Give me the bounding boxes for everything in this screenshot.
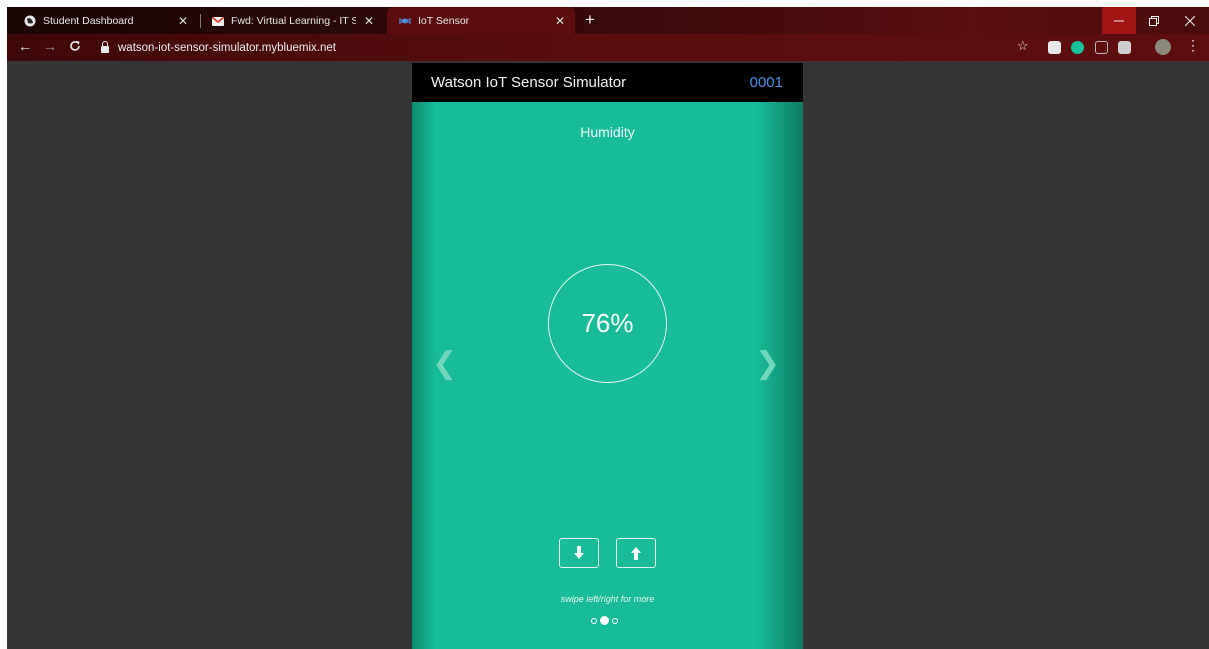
page-dot-active[interactable]: [600, 616, 609, 625]
extension-grammarly-icon[interactable]: [1071, 41, 1084, 54]
minimize-icon[interactable]: [1102, 7, 1136, 34]
gmail-icon: [211, 15, 225, 27]
swipe-hint: swipe left/right for more: [560, 594, 655, 604]
app-title: Watson IoT Sensor Simulator: [431, 74, 627, 91]
increase-button[interactable]: [616, 538, 656, 568]
extension-pocket-icon[interactable]: [1048, 41, 1061, 54]
sensor-label: Humidity: [580, 124, 635, 140]
browser-menu-icon[interactable]: ⋮: [1186, 37, 1200, 54]
bookmark-star-icon[interactable]: ☆: [1017, 38, 1029, 54]
iot-icon: [399, 15, 411, 27]
device-id[interactable]: 0001: [750, 74, 783, 91]
close-icon[interactable]: ✕: [178, 14, 188, 28]
globe-icon: [24, 15, 36, 27]
close-icon[interactable]: ✕: [555, 14, 565, 28]
tab-virtual-learning[interactable]: Fwd: Virtual Learning - IT Skill Ce ✕: [200, 7, 384, 34]
sensor-gauge: 76%: [548, 264, 667, 383]
page-dot[interactable]: [612, 617, 618, 624]
arrow-down-icon: [574, 546, 584, 559]
sensor-simulator-app: Watson IoT Sensor Simulator 0001 Humidit…: [412, 63, 803, 649]
app-header: Watson IoT Sensor Simulator 0001: [412, 63, 803, 102]
decrease-button[interactable]: [559, 538, 599, 568]
address-bar[interactable]: watson-iot-sensor-simulator.mybluemix.ne…: [91, 37, 1026, 58]
forward-arrow-icon[interactable]: →: [43, 38, 57, 54]
tab-title: Student Dashboard: [43, 14, 134, 27]
url-text: watson-iot-sensor-simulator.mybluemix.ne…: [118, 41, 336, 54]
tab-student-dashboard[interactable]: Student Dashboard ✕: [12, 7, 198, 34]
tab-title: IoT Sensor: [418, 14, 470, 27]
page-indicator: [591, 616, 621, 625]
chevron-right-icon[interactable]: ❯: [755, 346, 780, 381]
browser-toolbar: ← → watson-iot-sensor-simulator.mybluemi…: [7, 34, 1209, 61]
back-arrow-icon[interactable]: ←: [18, 38, 32, 54]
profile-avatar[interactable]: [1155, 39, 1171, 55]
restore-icon[interactable]: [1137, 7, 1171, 34]
sensor-value: 76%: [581, 308, 634, 338]
tab-strip: Student Dashboard ✕ Fwd: Virtual Learnin…: [7, 7, 1209, 34]
browser-window: Student Dashboard ✕ Fwd: Virtual Learnin…: [7, 7, 1209, 649]
new-tab-plus-icon[interactable]: +: [585, 10, 595, 30]
reload-icon[interactable]: [69, 38, 81, 55]
lock-icon: [101, 40, 109, 53]
chevron-left-icon[interactable]: ❮: [432, 346, 457, 381]
page-dot[interactable]: [591, 617, 597, 624]
extension-generic-icon[interactable]: [1118, 41, 1131, 54]
close-icon[interactable]: ✕: [364, 14, 374, 28]
extension-reader-icon[interactable]: [1095, 41, 1108, 54]
arrow-up-icon: [631, 547, 641, 560]
window-close-icon[interactable]: [1173, 7, 1207, 34]
tab-iot-sensor[interactable]: IoT Sensor ✕: [387, 7, 575, 34]
tab-title: Fwd: Virtual Learning - IT Skill Ce: [231, 14, 356, 27]
